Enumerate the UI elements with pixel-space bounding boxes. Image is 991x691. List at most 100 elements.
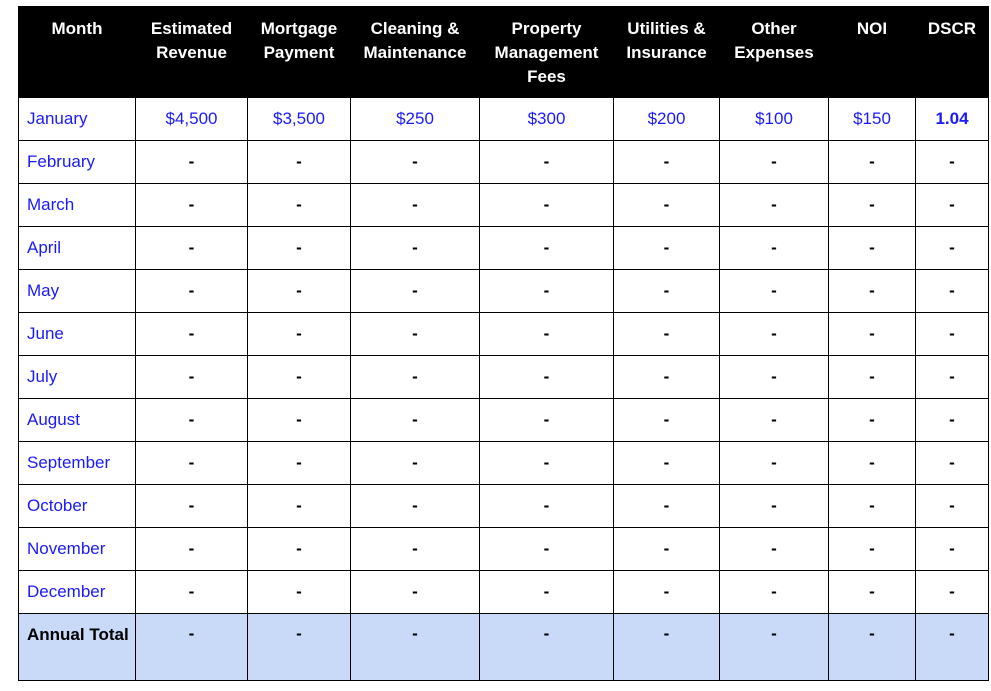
value-cell[interactable]: - [719, 140, 829, 184]
value-cell[interactable]: - [828, 355, 916, 399]
value-cell[interactable]: - [350, 398, 480, 442]
value-cell[interactable]: - [613, 226, 720, 270]
value-cell[interactable]: - [247, 183, 351, 227]
value-cell[interactable]: - [350, 312, 480, 356]
value-cell[interactable]: - [719, 398, 829, 442]
value-cell[interactable]: - [479, 355, 614, 399]
value-cell[interactable]: - [350, 441, 480, 485]
value-cell[interactable]: - [828, 269, 916, 313]
value-cell[interactable]: - [479, 183, 614, 227]
value-cell[interactable]: - [350, 183, 480, 227]
value-cell[interactable]: - [719, 183, 829, 227]
value-cell[interactable]: - [719, 484, 829, 528]
value-cell[interactable]: - [135, 312, 248, 356]
value-cell[interactable]: - [247, 269, 351, 313]
month-cell[interactable]: June [18, 312, 136, 356]
value-cell[interactable]: - [828, 441, 916, 485]
month-cell[interactable]: March [18, 183, 136, 227]
value-cell[interactable]: - [247, 570, 351, 614]
value-cell[interactable]: - [613, 269, 720, 313]
value-cell[interactable]: $200 [613, 97, 720, 141]
value-cell[interactable]: - [613, 312, 720, 356]
value-cell[interactable]: - [719, 312, 829, 356]
value-cell[interactable]: - [247, 226, 351, 270]
value-cell[interactable]: - [479, 527, 614, 571]
value-cell[interactable]: $100 [719, 97, 829, 141]
value-cell[interactable]: - [828, 527, 916, 571]
value-cell[interactable]: - [479, 312, 614, 356]
value-cell[interactable]: - [479, 441, 614, 485]
value-cell[interactable]: - [828, 183, 916, 227]
value-cell[interactable]: - [135, 183, 248, 227]
value-cell[interactable]: - [350, 527, 480, 571]
value-cell[interactable]: - [915, 570, 989, 614]
value-cell[interactable]: - [719, 269, 829, 313]
value-cell[interactable]: - [915, 226, 989, 270]
value-cell[interactable]: - [915, 140, 989, 184]
value-cell[interactable]: - [719, 355, 829, 399]
value-cell[interactable]: $3,500 [247, 97, 351, 141]
value-cell[interactable]: $4,500 [135, 97, 248, 141]
value-cell[interactable]: - [828, 312, 916, 356]
value-cell[interactable]: - [479, 226, 614, 270]
value-cell[interactable]: - [828, 484, 916, 528]
value-cell[interactable]: - [350, 570, 480, 614]
value-cell[interactable]: - [247, 398, 351, 442]
month-cell[interactable]: December [18, 570, 136, 614]
month-cell[interactable]: September [18, 441, 136, 485]
month-cell[interactable]: July [18, 355, 136, 399]
value-cell[interactable]: $250 [350, 97, 480, 141]
value-cell[interactable]: - [350, 226, 480, 270]
value-cell[interactable]: - [915, 355, 989, 399]
total-value-cell[interactable]: - [613, 613, 720, 681]
value-cell[interactable]: - [479, 484, 614, 528]
value-cell[interactable]: - [247, 140, 351, 184]
value-cell[interactable]: - [350, 484, 480, 528]
month-cell[interactable]: January [18, 97, 136, 141]
total-value-cell[interactable]: - [247, 613, 351, 681]
value-cell[interactable]: - [247, 355, 351, 399]
total-value-cell[interactable]: - [350, 613, 480, 681]
value-cell[interactable]: - [135, 484, 248, 528]
value-cell[interactable]: - [719, 226, 829, 270]
value-cell[interactable]: - [915, 527, 989, 571]
month-cell[interactable]: April [18, 226, 136, 270]
value-cell[interactable]: - [613, 441, 720, 485]
value-cell[interactable]: - [135, 269, 248, 313]
value-cell[interactable]: - [613, 140, 720, 184]
value-cell[interactable]: - [350, 269, 480, 313]
value-cell[interactable]: - [719, 527, 829, 571]
month-cell[interactable]: May [18, 269, 136, 313]
value-cell[interactable]: - [828, 140, 916, 184]
value-cell[interactable]: - [613, 398, 720, 442]
total-value-cell[interactable]: - [479, 613, 614, 681]
value-cell[interactable]: - [479, 140, 614, 184]
value-cell[interactable]: - [915, 398, 989, 442]
value-cell[interactable]: - [613, 527, 720, 571]
month-cell[interactable]: August [18, 398, 136, 442]
month-cell[interactable]: October [18, 484, 136, 528]
value-cell[interactable]: - [350, 355, 480, 399]
value-cell[interactable]: - [135, 398, 248, 442]
value-cell[interactable]: - [479, 398, 614, 442]
value-cell[interactable]: - [135, 527, 248, 571]
total-value-cell[interactable]: - [719, 613, 829, 681]
value-cell[interactable]: - [915, 441, 989, 485]
month-cell[interactable]: November [18, 527, 136, 571]
value-cell[interactable]: - [135, 140, 248, 184]
value-cell[interactable]: - [135, 441, 248, 485]
value-cell[interactable]: - [828, 226, 916, 270]
value-cell[interactable]: - [915, 484, 989, 528]
value-cell[interactable]: - [719, 570, 829, 614]
value-cell[interactable]: - [613, 183, 720, 227]
value-cell[interactable]: - [247, 527, 351, 571]
value-cell[interactable]: $300 [479, 97, 614, 141]
month-cell[interactable]: February [18, 140, 136, 184]
value-cell[interactable]: 1.04 [915, 97, 989, 141]
value-cell[interactable]: - [479, 269, 614, 313]
value-cell[interactable]: - [350, 140, 480, 184]
value-cell[interactable]: - [479, 570, 614, 614]
value-cell[interactable]: - [613, 570, 720, 614]
value-cell[interactable]: - [915, 312, 989, 356]
value-cell[interactable]: - [828, 398, 916, 442]
